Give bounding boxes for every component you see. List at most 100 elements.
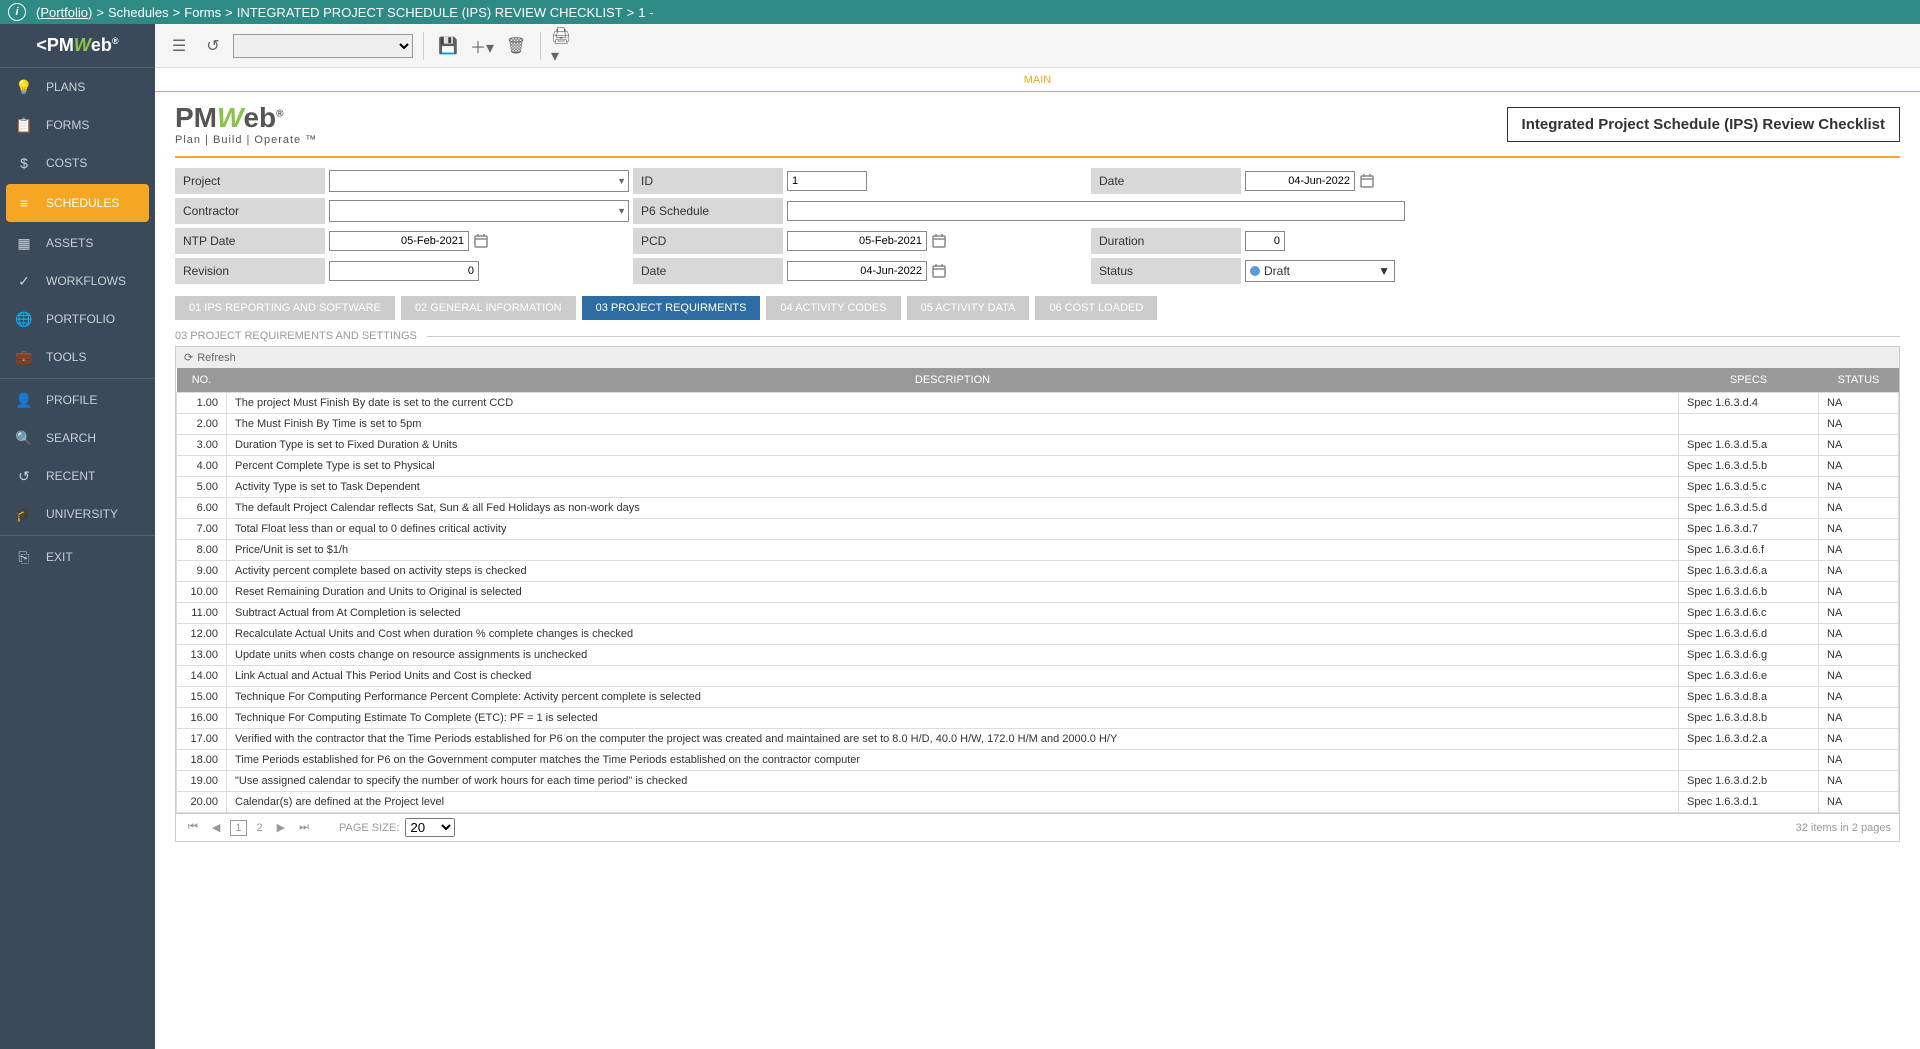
- sidebar-item-portfolio[interactable]: 🌐 PORTFOLIO: [0, 300, 155, 338]
- calendar-icon[interactable]: [473, 233, 489, 249]
- table-row[interactable]: 19.00"Use assigned calendar to specify t…: [177, 771, 1899, 792]
- sidebar-item-recent[interactable]: ↺ RECENT: [0, 457, 155, 495]
- breadcrumb-item[interactable]: Forms: [184, 5, 221, 20]
- revision-input[interactable]: [329, 261, 479, 281]
- col-status[interactable]: STATUS: [1819, 368, 1899, 393]
- section-tab-0[interactable]: 01 IPS REPORTING AND SOFTWARE: [175, 296, 395, 320]
- project-dropdown[interactable]: ▼: [329, 170, 629, 192]
- table-row[interactable]: 2.00The Must Finish By Time is set to 5p…: [177, 414, 1899, 435]
- ntp-input[interactable]: [329, 231, 469, 251]
- table-row[interactable]: 8.00Price/Unit is set to $1/hSpec 1.6.3.…: [177, 540, 1899, 561]
- calendar-icon[interactable]: [931, 233, 947, 249]
- portfolio-icon: 🌐: [14, 311, 34, 328]
- sidebar-item-workflows[interactable]: ✓WORKFLOWS: [0, 262, 155, 300]
- add-icon[interactable]: ＋▾: [468, 32, 496, 60]
- table-row[interactable]: 6.00The default Project Calendar reflect…: [177, 498, 1899, 519]
- table-row[interactable]: 9.00Activity percent complete based on a…: [177, 561, 1899, 582]
- costs-icon: $: [14, 155, 34, 171]
- app-logo[interactable]: <PMWeb®: [0, 24, 155, 68]
- col-desc[interactable]: DESCRIPTION: [227, 368, 1679, 393]
- section-tab-1[interactable]: 02 GENERAL INFORMATION: [401, 296, 576, 320]
- breadcrumb-sep: >: [96, 5, 104, 20]
- section-tab-4[interactable]: 05 ACTIVITY DATA: [907, 296, 1030, 320]
- pager-info: 32 items in 2 pages: [1796, 822, 1891, 834]
- p6-input[interactable]: [787, 201, 1405, 221]
- refresh-button[interactable]: Refresh: [197, 352, 236, 364]
- table-row[interactable]: 13.00Update units when costs change on r…: [177, 645, 1899, 666]
- list-icon[interactable]: ☰: [165, 32, 193, 60]
- schedules-icon: ≡: [14, 195, 34, 211]
- cell-status: NA: [1819, 603, 1899, 624]
- print-icon[interactable]: 🖨▾: [551, 32, 579, 60]
- cell-status: NA: [1819, 435, 1899, 456]
- refresh-icon[interactable]: ⟳: [184, 351, 193, 364]
- pager-last-icon[interactable]: ⏭: [295, 819, 313, 836]
- cell-no: 14.00: [177, 666, 227, 687]
- pager-first-icon[interactable]: ⏮: [184, 819, 202, 836]
- calendar-icon[interactable]: [931, 263, 947, 279]
- breadcrumb-item[interactable]: Schedules: [108, 5, 169, 20]
- cell-no: 1.00: [177, 393, 227, 414]
- sidebar-item-label: PORTFOLIO: [46, 312, 115, 326]
- info-icon[interactable]: i: [8, 3, 26, 21]
- contractor-dropdown[interactable]: ▼: [329, 200, 629, 222]
- table-row[interactable]: 12.00Recalculate Actual Units and Cost w…: [177, 624, 1899, 645]
- sidebar-item-costs[interactable]: $COSTS: [0, 144, 155, 182]
- sidebar-item-university[interactable]: 🎓UNIVERSITY: [0, 495, 155, 533]
- section-tab-2[interactable]: 03 PROJECT REQUIRMENTS: [582, 296, 761, 320]
- breadcrumb-portfolio[interactable]: (Portfolio): [36, 5, 92, 20]
- sidebar-item-exit[interactable]: ⎘EXIT: [0, 538, 155, 576]
- status-dropdown[interactable]: Draft ▼: [1245, 260, 1395, 282]
- cell-specs: Spec 1.6.3.d.2.b: [1679, 771, 1819, 792]
- table-row[interactable]: 4.00Percent Complete Type is set to Phys…: [177, 456, 1899, 477]
- tab-main[interactable]: MAIN: [1014, 70, 1062, 90]
- cell-status: NA: [1819, 771, 1899, 792]
- table-row[interactable]: 5.00Activity Type is set to Task Depende…: [177, 477, 1899, 498]
- table-row[interactable]: 10.00Reset Remaining Duration and Units …: [177, 582, 1899, 603]
- col-specs[interactable]: SPECS: [1679, 368, 1819, 393]
- save-icon[interactable]: 💾: [434, 32, 462, 60]
- table-row[interactable]: 16.00Technique For Computing Estimate To…: [177, 708, 1899, 729]
- table-row[interactable]: 20.00Calendar(s) are defined at the Proj…: [177, 792, 1899, 813]
- breadcrumb-item[interactable]: INTEGRATED PROJECT SCHEDULE (IPS) REVIEW…: [237, 5, 623, 20]
- pager-prev-icon[interactable]: ◀: [208, 819, 224, 836]
- col-no[interactable]: NO.: [177, 368, 227, 393]
- table-row[interactable]: 15.00Technique For Computing Performance…: [177, 687, 1899, 708]
- page-size-select[interactable]: 20: [405, 818, 455, 837]
- history-icon[interactable]: ↺: [199, 32, 227, 60]
- toolbar-dropdown[interactable]: [233, 34, 413, 58]
- sidebar-item-tools[interactable]: 💼TOOLS: [0, 338, 155, 376]
- sidebar-item-assets[interactable]: ▦ASSETS: [0, 224, 155, 262]
- table-row[interactable]: 3.00Duration Type is set to Fixed Durati…: [177, 435, 1899, 456]
- cell-specs: Spec 1.6.3.d.6.e: [1679, 666, 1819, 687]
- id-input[interactable]: [787, 171, 867, 191]
- date2-input[interactable]: [787, 261, 927, 281]
- cell-specs: Spec 1.6.3.d.7: [1679, 519, 1819, 540]
- section-tab-5[interactable]: 06 COST LOADED: [1035, 296, 1157, 320]
- sidebar-item-schedules[interactable]: ≡SCHEDULES: [6, 184, 149, 222]
- sidebar-item-label: RECENT: [46, 469, 95, 483]
- table-row[interactable]: 18.00Time Periods established for P6 on …: [177, 750, 1899, 771]
- calendar-icon[interactable]: [1359, 173, 1375, 189]
- date-input[interactable]: [1245, 171, 1355, 191]
- cell-desc: Update units when costs change on resour…: [227, 645, 1679, 666]
- pager-page-current[interactable]: 1: [230, 820, 246, 836]
- recent-icon: ↺: [14, 468, 34, 485]
- table-row[interactable]: 7.00Total Float less than or equal to 0 …: [177, 519, 1899, 540]
- duration-input[interactable]: [1245, 231, 1285, 251]
- sidebar-item-profile[interactable]: 👤PROFILE: [0, 381, 155, 419]
- table-row[interactable]: 11.00Subtract Actual from At Completion …: [177, 603, 1899, 624]
- table-row[interactable]: 17.00Verified with the contractor that t…: [177, 729, 1899, 750]
- table-row[interactable]: 1.00The project Must Finish By date is s…: [177, 393, 1899, 414]
- delete-icon[interactable]: 🗑: [502, 32, 530, 60]
- sidebar-item-forms[interactable]: 📋FORMS: [0, 106, 155, 144]
- sidebar-item-plans[interactable]: 💡PLANS: [0, 68, 155, 106]
- pager-next-icon[interactable]: ▶: [273, 819, 289, 836]
- sidebar-item-search[interactable]: 🔍SEARCH: [0, 419, 155, 457]
- cell-no: 17.00: [177, 729, 227, 750]
- cell-status: NA: [1819, 519, 1899, 540]
- section-tab-3[interactable]: 04 ACTIVITY CODES: [766, 296, 900, 320]
- pager-page-2[interactable]: 2: [253, 820, 267, 836]
- table-row[interactable]: 14.00Link Actual and Actual This Period …: [177, 666, 1899, 687]
- pcd-input[interactable]: [787, 231, 927, 251]
